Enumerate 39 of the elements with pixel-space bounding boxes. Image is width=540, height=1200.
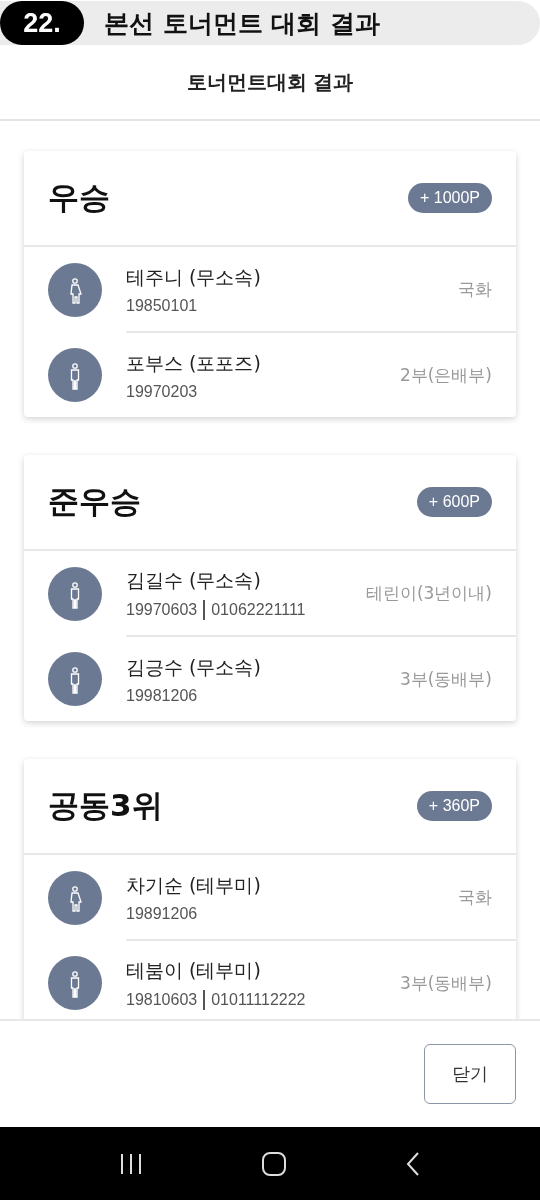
player-name: 김길수 (무소속): [126, 567, 262, 593]
birth-date: 19891206: [126, 904, 198, 923]
player-name: 김긍수 (무소속): [126, 654, 261, 680]
rank-title: 우승: [48, 178, 110, 217]
female-avatar-icon: [48, 262, 102, 317]
female-avatar-icon: [48, 870, 102, 925]
birth-date: 19850101: [126, 296, 198, 315]
player-category: 국화: [458, 886, 492, 909]
points-badge: + 600P: [416, 487, 492, 517]
player-name: 포부스 (포포즈): [126, 350, 261, 376]
player-category: 3부(동배부): [399, 972, 492, 995]
male-avatar-icon: [48, 651, 102, 706]
player-category: 2부(은배부): [399, 364, 492, 387]
close-button[interactable]: 닫기: [424, 1044, 516, 1104]
phone-number: 01011112222: [211, 990, 306, 1009]
male-avatar-icon: [48, 566, 102, 621]
player-name: 차기순 (테부미): [126, 872, 261, 898]
birth-date: 19810603: [126, 990, 198, 1009]
birth-date: 19981206: [126, 686, 198, 705]
page-title: 토너먼트대회 결과: [186, 68, 354, 96]
male-avatar-icon: [48, 955, 102, 1010]
player-category: 3부(동배부): [399, 668, 492, 691]
home-icon[interactable]: [261, 1150, 287, 1177]
phone-number: 01062221111: [211, 600, 306, 619]
player-category: 국화: [458, 278, 492, 301]
rank-title: 준우승: [48, 482, 141, 521]
male-avatar-icon: [48, 347, 102, 402]
points-badge: + 1000P: [407, 183, 492, 213]
back-icon[interactable]: [405, 1150, 421, 1177]
recent-apps-icon[interactable]: [119, 1152, 143, 1175]
step-number: 22.: [0, 1, 84, 45]
rank-title: 공동3위: [48, 786, 163, 825]
banner-title: 본선 토너먼트 대회 결과: [104, 7, 381, 40]
player-name: 테붐이 (테부미): [126, 957, 262, 983]
birth-date: 19970603: [126, 600, 198, 619]
player-category: 테린이(3년이내): [365, 582, 492, 605]
player-name: 테주니 (무소속): [126, 264, 261, 290]
points-badge: + 360P: [416, 791, 492, 821]
birth-date: 19970203: [126, 382, 198, 401]
